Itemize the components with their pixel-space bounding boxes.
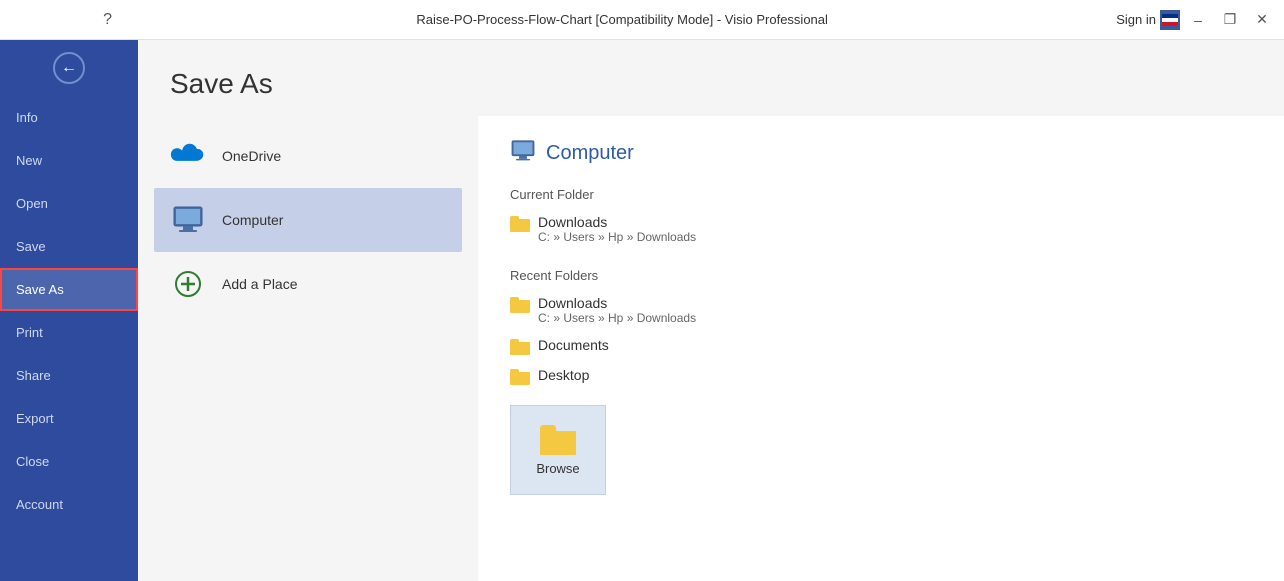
back-circle-icon: ← (53, 52, 85, 84)
sidebar-item-save-as[interactable]: Save As (0, 268, 138, 311)
sidebar-item-export[interactable]: Export (0, 397, 138, 440)
current-folder-path: C: » Users » Hp » Downloads (538, 230, 696, 244)
page-title: Save As (170, 68, 1252, 100)
folder-icon (510, 216, 530, 232)
back-button[interactable]: ← (0, 40, 138, 96)
details-panel: Computer Current Folder Downloads C: » U… (478, 116, 1284, 581)
sidebar: ← Info New Open Save Save As Print Share… (0, 40, 138, 581)
restore-button[interactable]: ❐ (1216, 6, 1244, 34)
locations-panel: OneDrive Computer (138, 116, 478, 581)
folder-icon-downloads (510, 297, 530, 313)
browse-label: Browse (536, 461, 579, 476)
onedrive-label: OneDrive (222, 148, 281, 164)
computer-label: Computer (222, 212, 283, 228)
help-button[interactable]: ? (103, 11, 112, 29)
browse-folder-icon (540, 425, 576, 455)
signin-label: Sign in (1116, 12, 1156, 27)
title-bar: ? Raise-PO-Process-Flow-Chart [Compatibi… (0, 0, 1284, 40)
current-folder-section: Current Folder Downloads C: » Users » Hp… (510, 187, 1252, 248)
app-body: ← Info New Open Save Save As Print Share… (0, 40, 1284, 581)
folder-desktop-name: Desktop (538, 367, 589, 383)
recent-folder-documents[interactable]: Documents (510, 333, 1252, 359)
folder-icon-desktop (510, 369, 530, 385)
flag-icon (1160, 10, 1180, 30)
page-title-area: Save As (138, 40, 1284, 116)
add-place-label: Add a Place (222, 276, 298, 292)
sidebar-item-new[interactable]: New (0, 139, 138, 182)
computer-detail-header: Computer (510, 140, 1252, 167)
computer-header-title: Computer (546, 142, 634, 165)
location-add-place[interactable]: Add a Place (154, 252, 462, 316)
sidebar-item-open[interactable]: Open (0, 182, 138, 225)
folder-icon-documents (510, 339, 530, 355)
onedrive-icon (170, 138, 206, 174)
recent-folder-downloads[interactable]: Downloads C: » Users » Hp » Downloads (510, 291, 1252, 329)
sidebar-item-save[interactable]: Save (0, 225, 138, 268)
close-button[interactable]: ✕ (1248, 6, 1276, 34)
two-col-layout: OneDrive Computer (138, 116, 1284, 581)
current-folder-item[interactable]: Downloads C: » Users » Hp » Downloads (510, 210, 1252, 248)
sidebar-item-account[interactable]: Account (0, 483, 138, 526)
browse-button[interactable]: Browse (510, 405, 606, 495)
current-folder-label: Current Folder (510, 187, 1252, 202)
signin-area[interactable]: Sign in (1116, 10, 1180, 30)
content-area: Save As OneDrive (138, 40, 1284, 581)
folder-downloads-info: Downloads C: » Users » Hp » Downloads (538, 295, 696, 325)
location-onedrive[interactable]: OneDrive (154, 124, 462, 188)
folder-documents-info: Documents (538, 337, 609, 353)
sidebar-item-share[interactable]: Share (0, 354, 138, 397)
computer-detail-icon (510, 140, 536, 167)
folder-documents-name: Documents (538, 337, 609, 353)
add-place-icon (170, 266, 206, 302)
sidebar-item-close[interactable]: Close (0, 440, 138, 483)
computer-icon (170, 202, 206, 238)
recent-folders-label: Recent Folders (510, 268, 1252, 283)
minimize-button[interactable]: – (1184, 6, 1212, 34)
folder-downloads-name: Downloads (538, 295, 696, 311)
recent-folder-desktop[interactable]: Desktop (510, 363, 1252, 389)
folder-desktop-info: Desktop (538, 367, 589, 383)
folder-downloads-path: C: » Users » Hp » Downloads (538, 311, 696, 325)
sidebar-item-print[interactable]: Print (0, 311, 138, 354)
current-folder-info: Downloads C: » Users » Hp » Downloads (538, 214, 696, 244)
title-bar-text: Raise-PO-Process-Flow-Chart [Compatibili… (128, 12, 1116, 27)
current-folder-name: Downloads (538, 214, 696, 230)
recent-folders-section: Recent Folders Downloads C: » Users » Hp… (510, 268, 1252, 389)
sidebar-item-info[interactable]: Info (0, 96, 138, 139)
location-computer[interactable]: Computer (154, 188, 462, 252)
